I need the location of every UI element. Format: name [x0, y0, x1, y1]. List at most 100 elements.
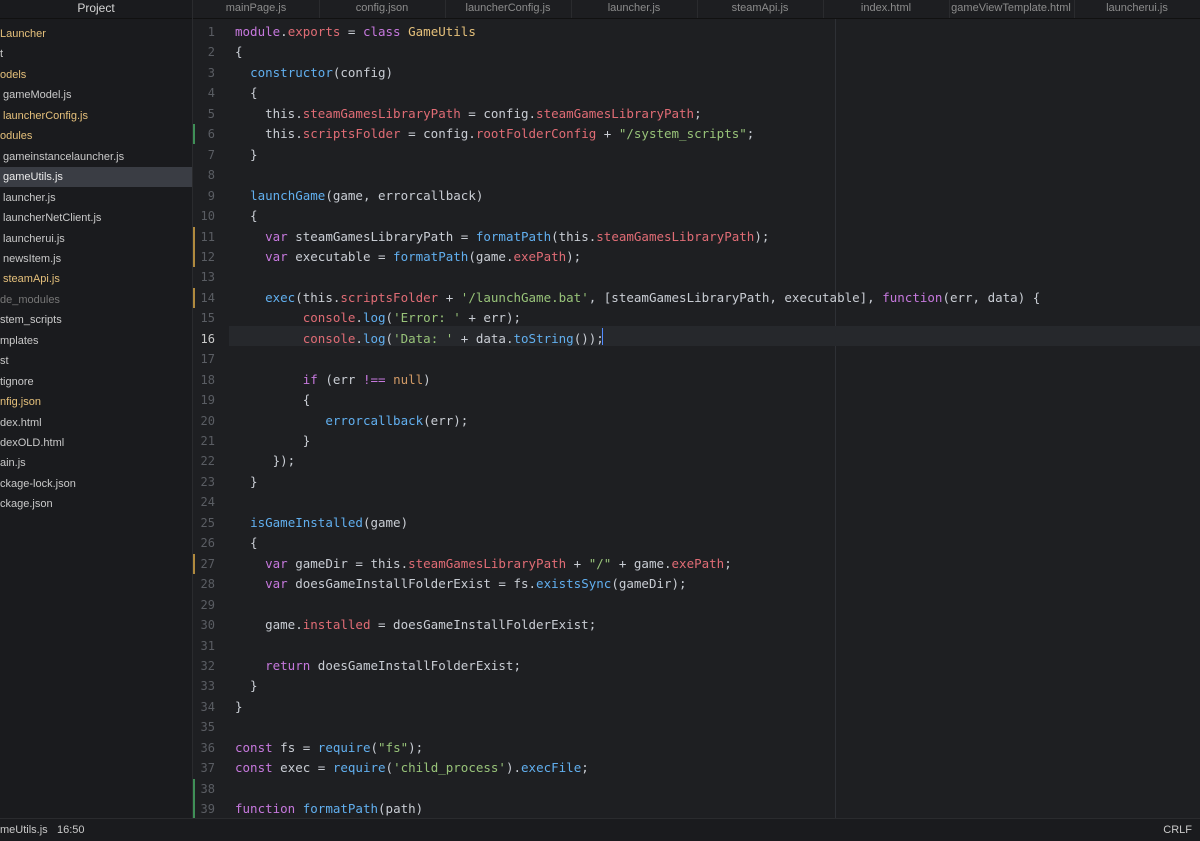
code-line[interactable]: if (err !== null) [235, 368, 431, 388]
code-line[interactable]: const exec = require('child_process').ex… [235, 756, 589, 776]
status-bar: meUtils.js 16:50 CRLF [0, 818, 1200, 841]
tree-file[interactable]: launcherConfig.js [0, 106, 192, 126]
line-number: 4 [207, 86, 215, 100]
line-number: 16 [200, 332, 215, 346]
line-number: 25 [200, 516, 215, 530]
tree-file[interactable]: dex.html [0, 413, 192, 433]
line-number: 22 [200, 454, 215, 468]
code-line[interactable]: exec(this.scriptsFolder + '/launchGame.b… [235, 286, 1040, 306]
code-line[interactable]: { [235, 204, 258, 224]
code-line[interactable]: { [235, 531, 258, 551]
code-line[interactable]: var doesGameInstallFolderExist = fs.exis… [235, 572, 686, 592]
editor-tab[interactable]: launcherConfig.js [445, 0, 572, 18]
line-number-gutter: 1 2 3 4 5 6 7 8 9 10 11 12 13 14 15 16 17 18 19 20 21 22 23 24 2… [193, 19, 229, 818]
line-number: 15 [200, 311, 215, 325]
line-number: 28 [200, 577, 215, 591]
line-number: 9 [207, 189, 215, 203]
line-number: 27 [200, 557, 215, 571]
tree-file[interactable]: gameUtils.js [0, 167, 192, 187]
code-line[interactable]: this.steamGamesLibraryPath = config.stea… [235, 102, 702, 122]
project-tree-panel: Project Launcher t odels gameModel.js launch… [0, 0, 193, 818]
code-line[interactable]: var executable = formatPath(game.exePath… [235, 245, 581, 265]
editor-tab[interactable]: index.html [823, 0, 950, 18]
tree-file[interactable]: ckage-lock.json [0, 474, 192, 494]
code-line[interactable]: var steamGamesLibraryPath = formatPath(t… [235, 225, 769, 245]
editor-tab[interactable]: launcher.js [571, 0, 698, 18]
line-number: 10 [200, 209, 215, 223]
tree-file[interactable]: de_modules [0, 290, 192, 310]
tree-file[interactable]: steamApi.js [0, 269, 192, 289]
line-number: 12 [200, 250, 215, 264]
code-line[interactable]: constructor(config) [235, 61, 393, 81]
line-number: 32 [200, 659, 215, 673]
code-line[interactable]: { [235, 81, 258, 101]
text-cursor [602, 328, 603, 345]
code-line[interactable]: module.exports = class GameUtils [235, 20, 476, 40]
code-editor[interactable]: 1 2 3 4 5 6 7 8 9 10 11 12 13 14 15 16 17 18 19 20 21 22 23 24 2… [193, 19, 1200, 818]
line-number: 5 [207, 107, 215, 121]
code-line[interactable]: isGameInstalled(game) [235, 511, 408, 531]
code-line[interactable]: this.scriptsFolder = config.rootFolderCo… [235, 122, 754, 142]
line-number: 14 [200, 291, 215, 305]
code-line[interactable]: } [235, 674, 258, 694]
tree-file[interactable]: ckage.json [0, 494, 192, 514]
tree-file[interactable]: gameinstancelauncher.js [0, 147, 192, 167]
tree-file[interactable]: newsItem.js [0, 249, 192, 269]
tree-file[interactable]: launcherui.js [0, 229, 192, 249]
code-line[interactable]: game.installed = doesGameInstallFolderEx… [235, 613, 596, 633]
code-line[interactable]: console.log('Data: ' + data.toString()); [235, 327, 604, 347]
line-number: 17 [200, 352, 215, 366]
line-number: 36 [200, 741, 215, 755]
code-line[interactable]: return doesGameInstallFolderExist; [235, 654, 521, 674]
line-number: 19 [200, 393, 215, 407]
code-line[interactable]: { [235, 388, 311, 408]
project-panel-title: Project [0, 0, 192, 19]
line-number: 38 [200, 782, 215, 796]
tree-file[interactable]: st [0, 351, 192, 371]
code-line[interactable]: } [235, 143, 258, 163]
status-line-ending[interactable]: CRLF [1163, 824, 1192, 836]
code-line[interactable]: errorcallback(err); [235, 409, 468, 429]
tree-file[interactable]: tignore [0, 372, 192, 392]
git-change-marker [193, 288, 195, 308]
code-line[interactable]: } [235, 470, 258, 490]
code-line[interactable]: { [235, 40, 243, 60]
tree-folder[interactable]: odules [0, 126, 192, 146]
line-number: 7 [207, 148, 215, 162]
code-line[interactable]: console.log('Error: ' + err); [235, 306, 521, 326]
tree-file[interactable]: launcher.js [0, 188, 192, 208]
tree-file[interactable]: stem_scripts [0, 310, 192, 330]
line-number: 6 [207, 127, 215, 141]
status-file-name[interactable]: meUtils.js [0, 824, 48, 836]
editor-tab[interactable]: mainPage.js [193, 0, 320, 18]
code-line[interactable]: }); [235, 449, 296, 469]
editor-tab[interactable]: config.json [319, 0, 446, 18]
line-number: 33 [200, 679, 215, 693]
tree-file[interactable]: nfig.json [0, 392, 192, 412]
line-number: 30 [200, 618, 215, 632]
line-number: 18 [200, 373, 215, 387]
tree-folder[interactable]: odels [0, 65, 192, 85]
line-number: 29 [200, 598, 215, 612]
code-line[interactable]: function formatPath(path) [235, 797, 423, 817]
tree-file[interactable]: t [0, 44, 192, 64]
editor-tab[interactable]: gameViewTemplate.html [948, 0, 1075, 18]
line-number: 26 [200, 536, 215, 550]
editor-tab[interactable]: launcherui.js [1074, 0, 1200, 18]
code-line[interactable]: var gameDir = this.steamGamesLibraryPath… [235, 552, 732, 572]
tree-file[interactable]: gameModel.js [0, 85, 192, 105]
code-line[interactable]: } [235, 429, 311, 449]
git-change-marker [193, 779, 195, 799]
line-number: 39 [200, 802, 215, 816]
line-number: 37 [200, 761, 215, 775]
code-line[interactable]: const fs = require("fs"); [235, 736, 423, 756]
tree-file[interactable]: mplates [0, 331, 192, 351]
tree-file[interactable]: ain.js [0, 453, 192, 473]
status-cursor-position[interactable]: 16:50 [57, 824, 85, 836]
code-line[interactable]: } [235, 695, 243, 715]
tree-file[interactable]: launcherNetClient.js [0, 208, 192, 228]
editor-tab[interactable]: steamApi.js [697, 0, 824, 18]
tree-folder[interactable]: Launcher [0, 24, 192, 44]
tree-file[interactable]: dexOLD.html [0, 433, 192, 453]
code-line[interactable]: launchGame(game, errorcallback) [235, 184, 483, 204]
